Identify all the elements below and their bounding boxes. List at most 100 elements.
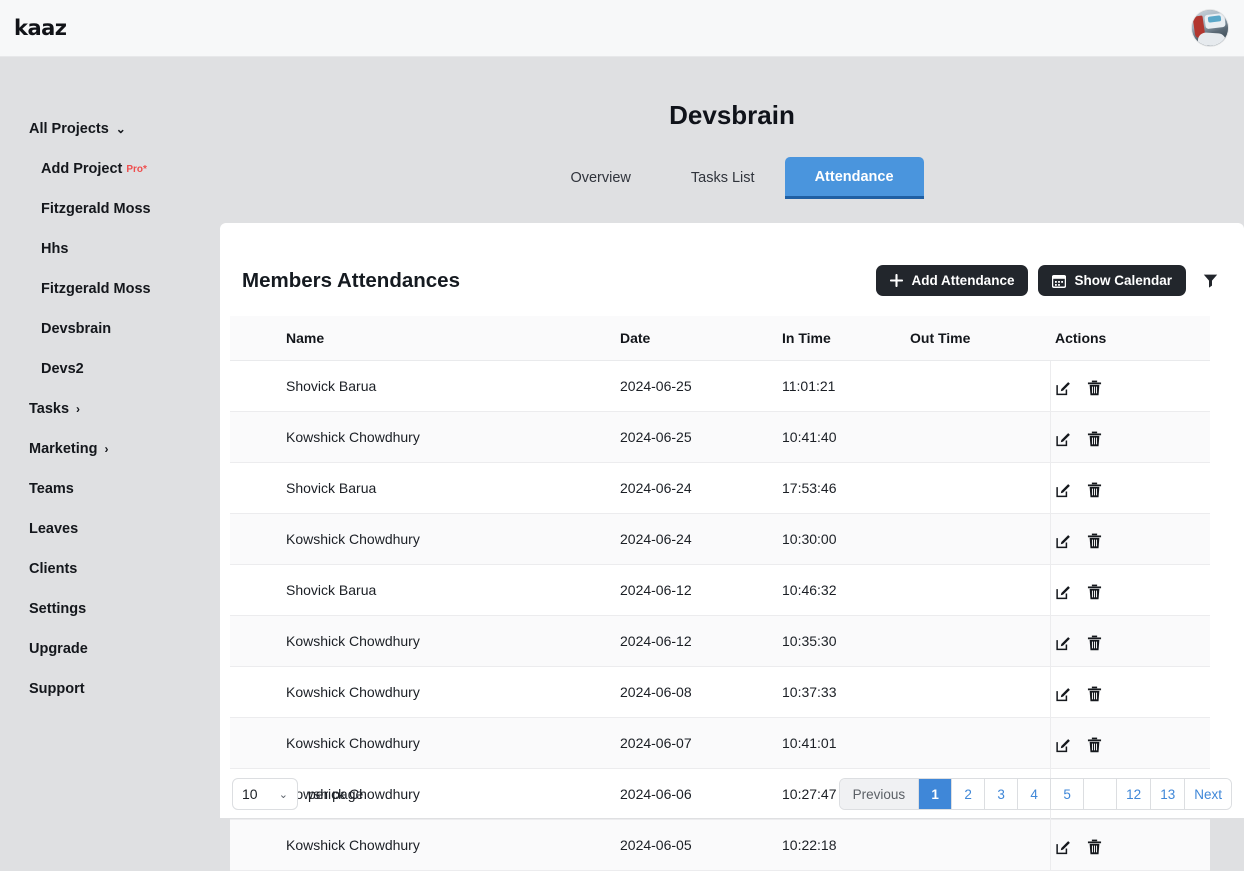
row-spacer bbox=[230, 564, 286, 616]
cell-actions bbox=[1049, 666, 1210, 718]
pagination-label: 12 bbox=[1126, 786, 1142, 802]
table-header-row: Name Date In Time Out Time Actions bbox=[230, 316, 1210, 361]
cell-name: Kowshick Chowdhury bbox=[286, 819, 620, 871]
top-bar: kaaz bbox=[0, 0, 1244, 57]
edit-icon[interactable] bbox=[1055, 381, 1071, 396]
sidebar-item-label: Add Project bbox=[41, 161, 123, 177]
sidebar-item-upgrade[interactable]: Upgrade bbox=[0, 629, 220, 669]
delete-icon[interactable] bbox=[1087, 839, 1102, 855]
sidebar-item-tasks[interactable]: Tasks › bbox=[0, 389, 220, 429]
sidebar-item-label: Settings bbox=[29, 601, 87, 617]
sidebar-item-label: Devs2 bbox=[41, 361, 84, 377]
card-title: Members Attendances bbox=[242, 268, 460, 292]
cell-date: 2024-06-12 bbox=[620, 615, 782, 667]
sidebar-item-label: Clients bbox=[29, 561, 78, 577]
per-page-select[interactable]: 10 ⌄ bbox=[232, 778, 298, 810]
table-row: Shovick Barua 2024-06-24 17:53:46 bbox=[230, 462, 1210, 514]
app-logo[interactable]: kaaz bbox=[14, 16, 67, 40]
delete-icon[interactable] bbox=[1087, 431, 1102, 447]
sidebar-item-hhs[interactable]: Hhs bbox=[0, 229, 220, 269]
sidebar-item-devsbrain[interactable]: Devsbrain bbox=[0, 309, 220, 349]
pagination-label: 2 bbox=[964, 786, 972, 802]
delete-icon[interactable] bbox=[1087, 482, 1102, 498]
cell-name: Shovick Barua bbox=[286, 360, 620, 412]
delete-icon[interactable] bbox=[1087, 584, 1102, 600]
sidebar-item-label: Teams bbox=[29, 481, 74, 497]
table-row: Shovick Barua 2024-06-25 11:01:21 bbox=[230, 360, 1210, 412]
column-header-in-time[interactable]: In Time bbox=[782, 316, 910, 361]
sidebar-item-add-project[interactable]: Add Project Pro* bbox=[0, 149, 220, 189]
sidebar-item-settings[interactable]: Settings bbox=[0, 589, 220, 629]
edit-icon[interactable] bbox=[1055, 585, 1071, 600]
tab-attendance[interactable]: Attendance bbox=[784, 157, 924, 199]
sidebar-item-teams[interactable]: Teams bbox=[0, 469, 220, 509]
cell-name: Kowshick Chowdhury bbox=[286, 513, 620, 565]
sidebar-item-devs2[interactable]: Devs2 bbox=[0, 349, 220, 389]
edit-icon[interactable] bbox=[1055, 483, 1071, 498]
column-header-name[interactable]: Name bbox=[286, 316, 620, 361]
cell-out-time bbox=[910, 564, 1050, 616]
sidebar-item-fitzgerald-moss[interactable]: Fitzgerald Moss bbox=[0, 189, 220, 229]
avatar-photo-shape-bottom bbox=[1197, 32, 1227, 46]
row-spacer bbox=[230, 615, 286, 667]
column-header-date[interactable]: Date bbox=[620, 316, 782, 361]
sidebar-item-all-projects[interactable]: All Projects ⌄ bbox=[0, 109, 220, 149]
pagination-page-4[interactable]: 4 bbox=[1018, 779, 1052, 809]
cell-out-time bbox=[910, 462, 1050, 514]
pagination-label: 1 bbox=[931, 786, 939, 802]
cell-in-time: 11:01:21 bbox=[782, 360, 910, 412]
show-calendar-button[interactable]: Show Calendar bbox=[1038, 265, 1186, 296]
tab-label: Overview bbox=[570, 170, 631, 186]
pagination-page-3[interactable]: 3 bbox=[985, 779, 1019, 809]
add-attendance-label: Add Attendance bbox=[911, 273, 1015, 288]
pagination-page-1[interactable]: 1 bbox=[919, 779, 953, 809]
chevron-down-icon: ⌄ bbox=[278, 788, 288, 801]
edit-icon[interactable] bbox=[1055, 534, 1071, 549]
cell-in-time: 10:46:32 bbox=[782, 564, 910, 616]
cell-name: Kowshick Chowdhury bbox=[286, 411, 620, 463]
delete-icon[interactable] bbox=[1087, 635, 1102, 651]
sidebar-item-leaves[interactable]: Leaves bbox=[0, 509, 220, 549]
pagination-page-5[interactable]: 5 bbox=[1051, 779, 1085, 809]
tab-overview[interactable]: Overview bbox=[540, 157, 660, 199]
edit-icon[interactable] bbox=[1055, 432, 1071, 447]
delete-icon[interactable] bbox=[1087, 686, 1102, 702]
pagination-page-2[interactable]: 2 bbox=[952, 779, 986, 809]
pagination-next[interactable]: Next bbox=[1185, 779, 1231, 809]
edit-icon[interactable] bbox=[1055, 687, 1071, 702]
cell-out-time bbox=[910, 717, 1050, 769]
cell-out-time bbox=[910, 819, 1050, 871]
row-spacer bbox=[230, 411, 286, 463]
pagination-label: 13 bbox=[1160, 786, 1176, 802]
edit-icon[interactable] bbox=[1055, 738, 1071, 753]
pagination-page-13[interactable]: 13 bbox=[1151, 779, 1186, 809]
sidebar-item-label: Upgrade bbox=[29, 641, 88, 657]
sidebar-item-support[interactable]: Support bbox=[0, 669, 220, 709]
table-header-spacer bbox=[230, 316, 286, 361]
avatar[interactable] bbox=[1192, 10, 1228, 46]
pagination-ellipsis bbox=[1084, 779, 1118, 809]
filter-icon[interactable] bbox=[1198, 267, 1222, 295]
sidebar-item-marketing[interactable]: Marketing › bbox=[0, 429, 220, 469]
card-footer: 10 ⌄ per page Previous 1 2 3 4 5 12 13 Next bbox=[220, 770, 1244, 818]
sidebar-item-fitzgerald-moss[interactable]: Fitzgerald Moss bbox=[0, 269, 220, 309]
sidebar-item-label: Marketing bbox=[29, 441, 98, 457]
edit-icon[interactable] bbox=[1055, 840, 1071, 855]
column-header-out-time[interactable]: Out Time bbox=[910, 316, 1050, 361]
delete-icon[interactable] bbox=[1087, 737, 1102, 753]
table-row: Shovick Barua 2024-06-12 10:46:32 bbox=[230, 564, 1210, 616]
sidebar-item-label: Support bbox=[29, 681, 85, 697]
pagination-previous[interactable]: Previous bbox=[839, 779, 920, 809]
cell-date: 2024-06-24 bbox=[620, 513, 782, 565]
add-attendance-button[interactable]: Add Attendance bbox=[876, 265, 1029, 296]
pagination-page-12[interactable]: 12 bbox=[1117, 779, 1152, 809]
sidebar-item-clients[interactable]: Clients bbox=[0, 549, 220, 589]
tab-tasks-list[interactable]: Tasks List bbox=[661, 157, 785, 199]
tab-label: Attendance bbox=[814, 168, 894, 185]
edit-icon[interactable] bbox=[1055, 636, 1071, 651]
delete-icon[interactable] bbox=[1087, 533, 1102, 549]
delete-icon[interactable] bbox=[1087, 380, 1102, 396]
per-page-control: 10 ⌄ per page bbox=[232, 778, 363, 810]
table-row: Kowshick Chowdhury 2024-06-24 10:30:00 bbox=[230, 513, 1210, 565]
row-spacer bbox=[230, 360, 286, 412]
